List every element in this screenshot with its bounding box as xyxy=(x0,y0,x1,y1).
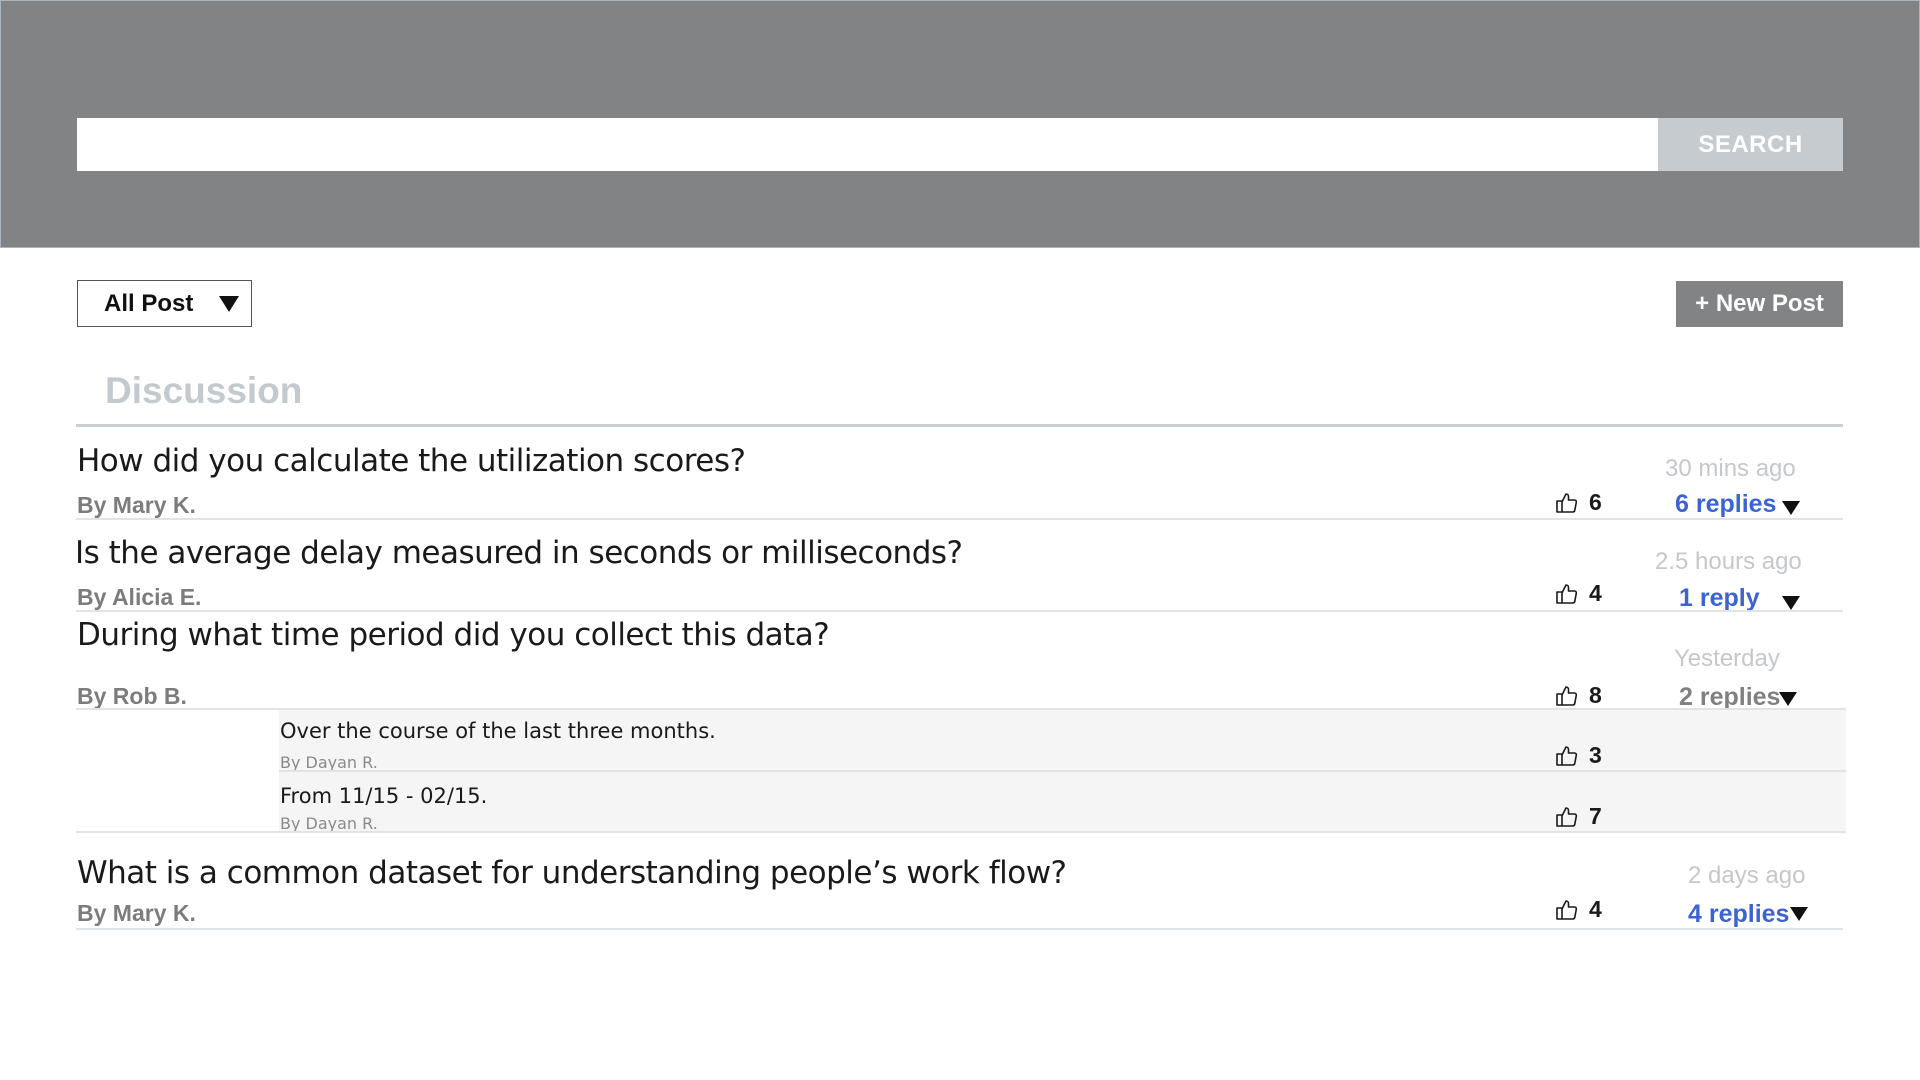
post-divider xyxy=(76,831,1846,833)
post-divider xyxy=(76,518,1843,520)
reply-text: From 11/15 - 02/15. xyxy=(280,784,488,808)
thumbs-up-icon xyxy=(1556,492,1578,513)
search-input[interactable] xyxy=(77,118,1658,171)
like-count: 6 xyxy=(1589,489,1602,515)
post-divider xyxy=(76,610,1843,612)
caret-down-icon[interactable] xyxy=(1779,692,1797,706)
section-divider xyxy=(76,424,1843,427)
like-button[interactable]: 4 xyxy=(1555,896,1602,923)
post-author: By Mary K. xyxy=(77,492,196,518)
reply-text: Over the course of the last three months… xyxy=(280,719,716,743)
like-count: 4 xyxy=(1589,580,1602,606)
chevron-down-icon xyxy=(219,296,239,312)
like-count: 3 xyxy=(1589,742,1602,768)
post-filter-dropdown[interactable]: All Post xyxy=(77,280,252,327)
like-count: 4 xyxy=(1589,896,1602,922)
post-author: By Mary K. xyxy=(77,900,196,926)
like-button[interactable]: 4 xyxy=(1555,580,1602,607)
like-button[interactable]: 3 xyxy=(1555,742,1602,769)
like-button[interactable]: 6 xyxy=(1555,489,1602,516)
post-title[interactable]: Is the average delay measured in seconds… xyxy=(75,535,963,571)
post-author: By Rob B. xyxy=(77,683,187,709)
post-author: By Alicia E. xyxy=(77,584,202,610)
thumbs-up-icon xyxy=(1556,899,1578,920)
reply-item xyxy=(279,772,1846,831)
replies-link[interactable]: 4 replies xyxy=(1688,900,1789,929)
post-filter-label: All Post xyxy=(104,289,194,317)
post-divider xyxy=(76,928,1843,930)
section-title: Discussion xyxy=(105,370,303,411)
post-time: 2.5 hours ago xyxy=(1655,548,1802,575)
like-count: 8 xyxy=(1589,682,1602,708)
search-button[interactable]: SEARCH xyxy=(1658,118,1843,171)
thumbs-up-icon xyxy=(1556,583,1578,604)
post-title[interactable]: How did you calculate the utilization sc… xyxy=(77,443,746,479)
thumbs-up-icon xyxy=(1556,806,1578,827)
like-count: 7 xyxy=(1589,803,1602,829)
thumbs-up-icon xyxy=(1556,685,1578,706)
post-title[interactable]: What is a common dataset for understandi… xyxy=(77,855,1067,891)
caret-down-icon[interactable] xyxy=(1782,501,1800,515)
new-post-button[interactable]: + New Post xyxy=(1676,281,1843,327)
post-time: 2 days ago xyxy=(1688,862,1806,889)
like-button[interactable]: 8 xyxy=(1555,682,1602,709)
post-time: Yesterday xyxy=(1674,645,1780,672)
replies-link[interactable]: 1 reply xyxy=(1679,584,1760,613)
replies-link[interactable]: 6 replies xyxy=(1675,490,1776,519)
like-button[interactable]: 7 xyxy=(1555,803,1602,830)
caret-down-icon[interactable] xyxy=(1782,596,1800,610)
caret-down-icon[interactable] xyxy=(1790,907,1808,921)
thumbs-up-icon xyxy=(1556,745,1578,766)
post-title[interactable]: During what time period did you collect … xyxy=(77,617,830,653)
post-time: 30 mins ago xyxy=(1665,455,1796,482)
